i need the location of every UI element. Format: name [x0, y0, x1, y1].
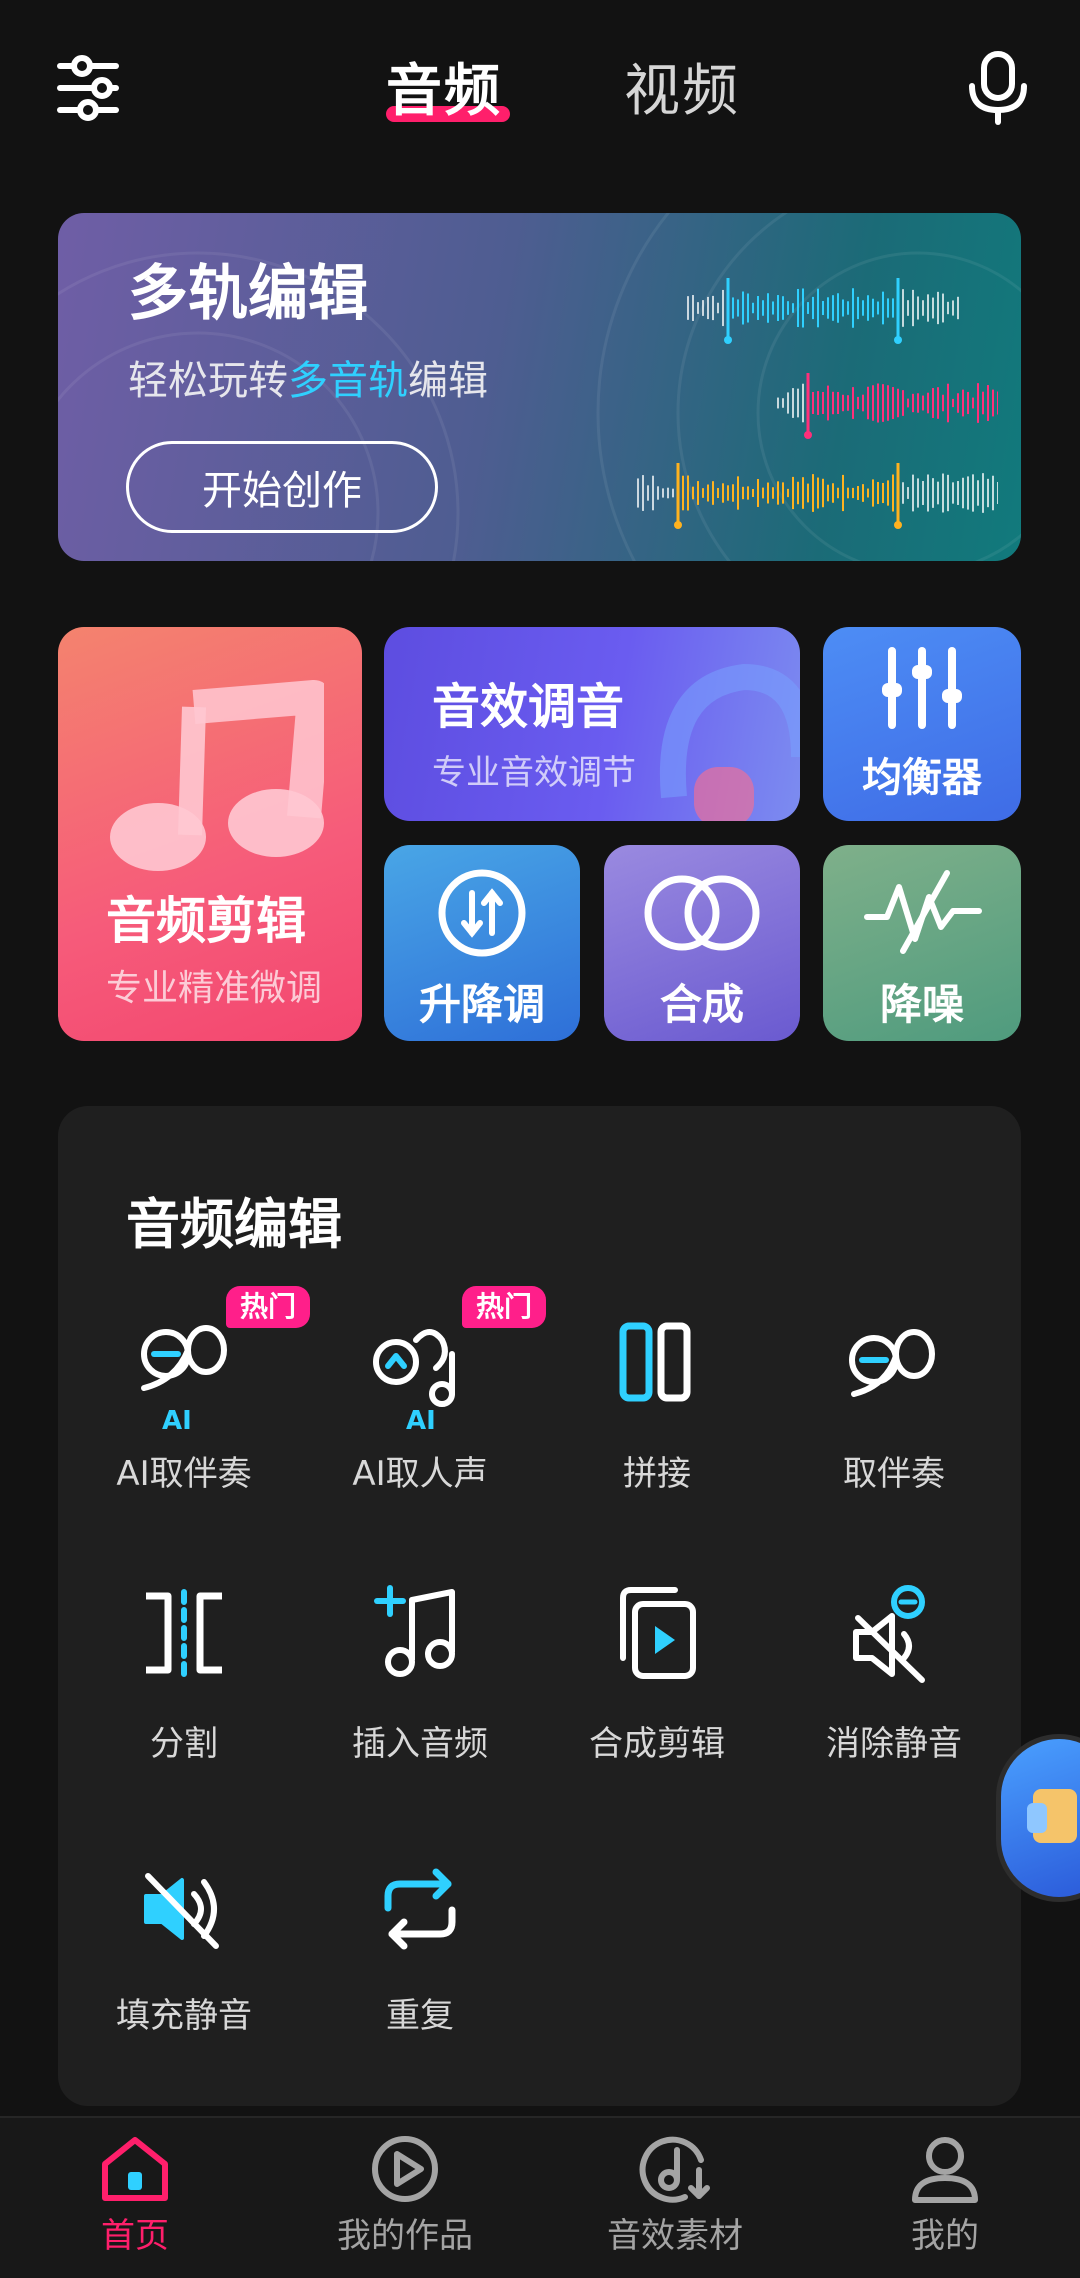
sound-effect-label: 音效调音	[432, 679, 625, 735]
tool-label: AI取人声	[352, 1454, 488, 1494]
nav-sound-effects[interactable]: 音效素材	[540, 2134, 810, 2257]
nav-label: 我的	[911, 2216, 979, 2256]
split-icon	[146, 1589, 222, 1677]
audio-edit-card[interactable]: 音频剪辑 专业精准微调	[58, 627, 362, 1041]
music-note-icon	[110, 680, 324, 871]
tool-accompaniment[interactable]: 取伴奏	[774, 1310, 1014, 1495]
merge-label: 合成	[659, 980, 744, 1029]
merge-clip-icon	[620, 1587, 696, 1679]
tool-repeat[interactable]: 重复	[300, 1852, 540, 2037]
music-download-icon	[639, 2136, 710, 2203]
denoise-wave-icon	[864, 870, 982, 954]
equalizer-label: 均衡器	[862, 755, 982, 801]
tab-video[interactable]: 视频	[624, 46, 740, 127]
tool-label: 重复	[386, 1996, 454, 2036]
audio-edit-sub: 专业精准微调	[106, 968, 323, 1009]
nav-label: 我的作品	[337, 2216, 473, 2256]
splice-icon	[619, 1322, 691, 1402]
ai-tag: AI	[162, 1406, 192, 1436]
insert-audio-icon	[374, 1585, 455, 1677]
accompaniment-icon	[849, 1329, 935, 1397]
tool-ai-voice[interactable]: AI AI取人声	[300, 1310, 540, 1495]
equalizer-icon	[882, 647, 962, 729]
pitch-card[interactable]: 升降调	[384, 845, 580, 1041]
assistant-icon	[1027, 1789, 1077, 1843]
tool-label: 拼接	[623, 1454, 691, 1494]
repeat-icon	[384, 1868, 456, 1950]
ai-tag: AI	[406, 1406, 436, 1436]
nav-me[interactable]: 我的	[810, 2134, 1080, 2257]
tool-label: 分割	[150, 1724, 218, 1764]
tool-split[interactable]: 分割	[64, 1580, 304, 1765]
merge-card[interactable]: 合成	[604, 845, 800, 1041]
tool-label: AI取伴奏	[116, 1454, 252, 1494]
pitch-label: 升降调	[418, 980, 545, 1029]
nav-home[interactable]: 首页	[0, 2134, 270, 2257]
banner-subtitle: 轻松玩转多音轨编辑	[128, 358, 488, 404]
waveform-tracks-illustration	[637, 278, 998, 529]
pitch-shift-icon	[438, 869, 526, 957]
fill-silence-icon	[144, 1873, 219, 1949]
tool-remove-silence[interactable]: 消除静音	[774, 1580, 1014, 1765]
denoise-card[interactable]: 降噪	[823, 845, 1021, 1041]
nav-label: 首页	[101, 2216, 169, 2256]
tool-label: 消除静音	[826, 1724, 962, 1764]
settings-sliders-icon[interactable]	[48, 48, 128, 128]
tool-insert-audio[interactable]: 插入音频	[300, 1580, 540, 1765]
equalizer-card[interactable]: 均衡器	[823, 627, 1021, 821]
denoise-label: 降噪	[879, 980, 964, 1029]
tool-splice[interactable]: 拼接	[537, 1310, 777, 1495]
user-icon	[912, 2137, 978, 2203]
tool-fill-silence[interactable]: 填充静音	[64, 1852, 304, 2037]
audio-edit-label: 音频剪辑	[106, 892, 306, 950]
microphone-icon[interactable]	[958, 48, 1038, 128]
remove-silence-icon	[853, 1585, 925, 1683]
sound-effect-card[interactable]: 音效调音 专业音效调节	[384, 627, 800, 821]
tool-ai-accompaniment[interactable]: AI AI取伴奏	[64, 1310, 304, 1495]
tool-label: 合成剪辑	[589, 1724, 725, 1764]
banner-subtitle-highlight: 多音轨	[288, 358, 408, 404]
nav-label: 音效素材	[607, 2216, 743, 2256]
multitrack-banner[interactable]: 多轨编辑 轻松玩转多音轨编辑 开始创作	[58, 213, 1021, 561]
tool-label: 插入音频	[352, 1724, 488, 1764]
tool-merge-clip[interactable]: 合成剪辑	[537, 1580, 777, 1765]
floating-assistant-button[interactable]	[996, 1734, 1080, 1902]
tool-label: 取伴奏	[843, 1454, 945, 1494]
banner-title: 多轨编辑	[128, 259, 368, 329]
start-create-button[interactable]: 开始创作	[126, 441, 438, 533]
sound-effect-sub: 专业音效调节	[432, 753, 636, 793]
merge-circles-icon	[644, 875, 760, 951]
nav-my-works[interactable]: 我的作品	[270, 2134, 540, 2257]
panel-title: 音频编辑	[126, 1193, 342, 1256]
headphones-icon	[659, 663, 800, 821]
home-icon	[102, 2137, 168, 2201]
tab-audio[interactable]: 音频	[386, 46, 502, 127]
play-circle-icon	[372, 2136, 438, 2202]
tool-label: 填充静音	[116, 1996, 252, 2036]
